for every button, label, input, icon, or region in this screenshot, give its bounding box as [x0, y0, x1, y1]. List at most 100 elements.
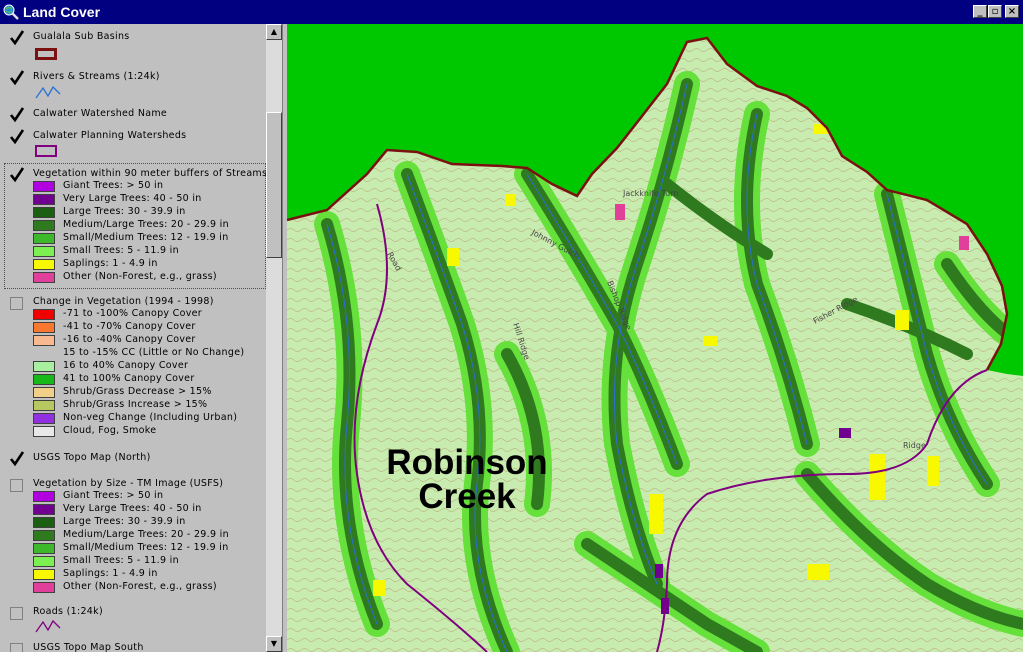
color-swatch	[33, 374, 55, 385]
color-swatch	[33, 207, 55, 218]
color-swatch	[33, 309, 55, 320]
color-swatch	[33, 220, 55, 231]
non-forest-patch	[959, 236, 969, 250]
legend-item-label: 41 to 100% Canopy Cover	[63, 373, 195, 384]
legend-item-label: -71 to -100% Canopy Cover	[63, 308, 202, 319]
layer-name: Change in Vegetation (1994 - 1998)	[33, 296, 214, 307]
legend-item-label: 16 to 40% Canopy Cover	[63, 360, 189, 371]
layer-checkbox[interactable]	[10, 643, 23, 652]
checkmark-icon	[9, 167, 25, 183]
layer-name: Gualala Sub Basins	[33, 31, 130, 42]
legend-item-label: Saplings: 1 - 4.9 in	[63, 258, 158, 269]
color-swatch	[33, 426, 55, 437]
map-canvas: Jackknife Turn Johnny Gulch Bishop Ridge…	[287, 24, 1023, 652]
legend-item-label: Shrub/Grass Decrease > 15%	[63, 386, 212, 397]
color-swatch	[33, 194, 55, 205]
color-swatch	[33, 491, 55, 502]
legend-item-label: Non-veg Change (Including Urban)	[63, 412, 238, 423]
scrollbar-thumb[interactable]	[266, 112, 282, 258]
layer-name: Vegetation by Size - TM Image (USFS)	[33, 478, 224, 489]
legend-item-label: Giant Trees: > 50 in	[63, 490, 164, 501]
color-swatch	[33, 246, 55, 257]
minimize-button[interactable]: _	[973, 5, 987, 18]
sub-basin-symbol	[35, 48, 57, 60]
legend-item-label: Large Trees: 30 - 39.9 in	[63, 516, 186, 527]
layer-checkbox[interactable]	[9, 30, 25, 46]
legend-item-label: Small Trees: 5 - 11.9 in	[63, 555, 179, 566]
color-swatch	[33, 272, 55, 283]
legend-item-label: Medium/Large Trees: 20 - 29.9 in	[63, 219, 229, 230]
color-swatch	[33, 361, 55, 372]
color-swatch	[33, 517, 55, 528]
stream-line-symbol	[35, 85, 61, 99]
watershed-name-line1: Robinson	[386, 443, 548, 482]
legend-item-label: Medium/Large Trees: 20 - 29.9 in	[63, 529, 229, 540]
color-swatch	[33, 413, 55, 424]
legend-item-label: Large Trees: 30 - 39.9 in	[63, 206, 186, 217]
layer-name: Calwater Watershed Name	[33, 108, 168, 119]
checkmark-icon	[9, 70, 25, 86]
very-large-trees-patch	[839, 428, 851, 438]
color-swatch	[33, 530, 55, 541]
checkmark-icon	[9, 129, 25, 145]
color-swatch	[33, 233, 55, 244]
layer-checkbox[interactable]	[9, 167, 25, 183]
close-button[interactable]: ×	[1005, 5, 1019, 18]
legend-item-label: Very Large Trees: 40 - 50 in	[63, 503, 202, 514]
scroll-down-arrow-icon[interactable]: ▼	[266, 636, 282, 652]
legend-scrollbar[interactable]: ▲ ▼	[266, 24, 282, 652]
maximize-button[interactable]: ▫	[988, 5, 1002, 18]
watershed-name-label: Robinson Creek	[367, 443, 567, 516]
legend-item-label: Saplings: 1 - 4.9 in	[63, 568, 158, 579]
layer-checkbox[interactable]	[10, 479, 23, 492]
legend-item-label: -41 to -70% Canopy Cover	[63, 321, 196, 332]
layer-name: Roads (1:24k)	[33, 606, 103, 617]
legend-item-label: Shrub/Grass Increase > 15%	[63, 399, 208, 410]
color-swatch	[33, 504, 55, 515]
legend-item-label: Giant Trees: > 50 in	[63, 180, 164, 191]
layer-checkbox[interactable]	[9, 451, 25, 467]
planning-watershed-symbol	[35, 145, 57, 157]
legend-item-label: Small/Medium Trees: 12 - 19.9 in	[63, 542, 229, 553]
layer-name: Rivers & Streams (1:24k)	[33, 71, 160, 82]
legend-item-label: Very Large Trees: 40 - 50 in	[63, 193, 202, 204]
watershed-name-line2: Creek	[418, 477, 516, 516]
layer-checkbox[interactable]	[9, 70, 25, 86]
layer-checkbox[interactable]	[9, 107, 25, 123]
legend-panel: Gualala Sub Basins Rivers & Streams (1:2…	[0, 24, 282, 652]
layer-name: USGS Topo Map (North)	[33, 452, 151, 463]
layer-name: Vegetation within 90 meter buffers of St…	[33, 168, 268, 179]
color-swatch	[33, 259, 55, 270]
checkmark-icon	[9, 107, 25, 123]
layer-list: Gualala Sub Basins Rivers & Streams (1:2…	[0, 24, 268, 652]
window-title-bar[interactable]: Land Cover _ ▫ ×	[0, 0, 1023, 24]
legend-item-label: Other (Non-Forest, e.g., grass)	[63, 581, 217, 592]
legend-item-label: Small/Medium Trees: 12 - 19.9 in	[63, 232, 229, 243]
layer-checkbox[interactable]	[9, 129, 25, 145]
legend-item-label: Other (Non-Forest, e.g., grass)	[63, 271, 217, 282]
color-swatch	[33, 181, 55, 192]
layer-name: USGS Topo Map South	[33, 642, 144, 652]
window-title: Land Cover	[23, 4, 101, 20]
legend-item-label: Cloud, Fog, Smoke	[63, 425, 157, 436]
legend-item-label: Small Trees: 5 - 11.9 in	[63, 245, 179, 256]
layer-name: Calwater Planning Watersheds	[33, 130, 187, 141]
color-swatch	[33, 582, 55, 593]
checkmark-icon	[9, 30, 25, 46]
layer-checkbox[interactable]	[10, 297, 23, 310]
map-view[interactable]: Jackknife Turn Johnny Gulch Bishop Ridge…	[287, 24, 1023, 652]
color-swatch	[33, 322, 55, 333]
legend-item-label: 15 to -15% CC (Little or No Change)	[63, 347, 245, 358]
scroll-up-arrow-icon[interactable]: ▲	[266, 24, 282, 40]
non-forest-patch	[615, 204, 625, 220]
color-swatch	[33, 400, 55, 411]
very-large-trees-patch	[655, 564, 663, 578]
color-swatch	[33, 556, 55, 567]
road-line-symbol	[35, 619, 61, 633]
topo-label: Jackknife Turn	[622, 189, 678, 198]
checkmark-icon	[9, 451, 25, 467]
color-swatch	[33, 543, 55, 554]
color-swatch	[33, 335, 55, 346]
legend-item-label: -16 to -40% Canopy Cover	[63, 334, 196, 345]
layer-checkbox[interactable]	[10, 607, 23, 620]
